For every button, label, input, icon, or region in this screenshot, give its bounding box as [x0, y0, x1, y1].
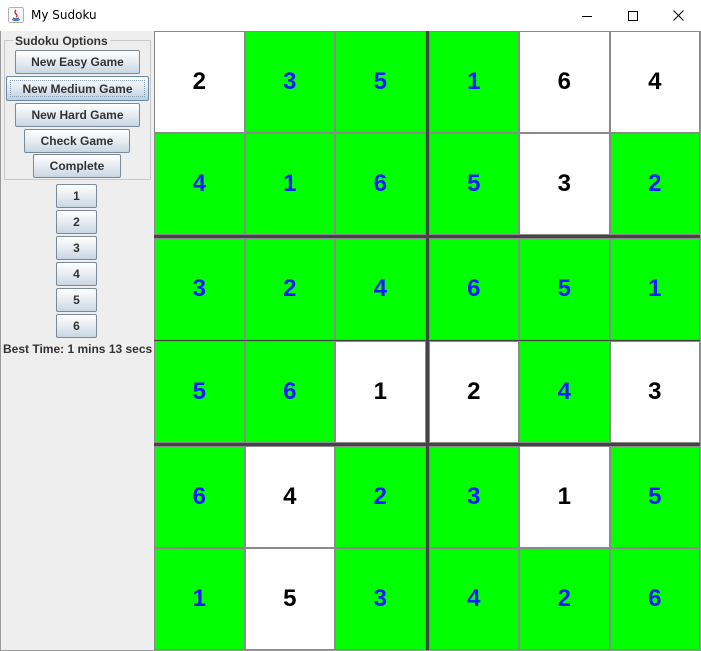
minimize-button[interactable] [564, 0, 610, 31]
close-icon [672, 10, 684, 21]
java-app-icon [8, 7, 24, 23]
minimize-icon [582, 11, 592, 21]
window-frame [0, 31, 701, 651]
maximize-icon [628, 10, 638, 21]
maximize-button[interactable] [610, 0, 656, 31]
title-bar: My Sudoku [0, 0, 701, 32]
window-title: My Sudoku [31, 8, 97, 22]
close-button[interactable] [655, 0, 701, 31]
